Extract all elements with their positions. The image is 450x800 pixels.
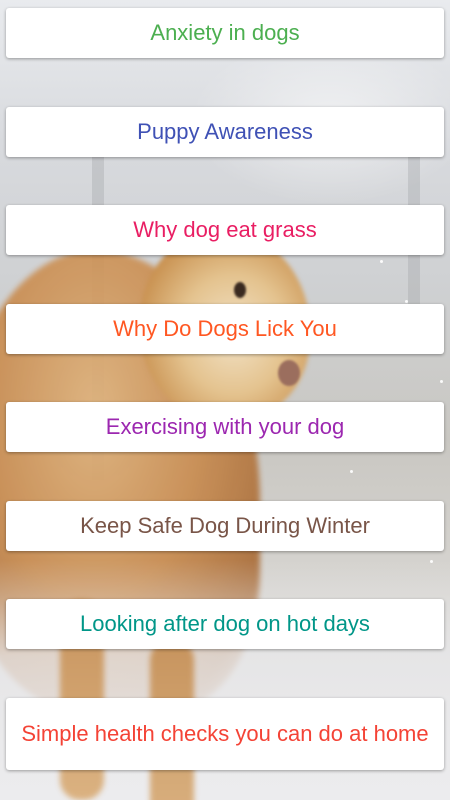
topic-button-puppy-awareness[interactable]: Puppy Awareness: [6, 106, 444, 157]
topic-button-exercising[interactable]: Exercising with your dog: [6, 402, 444, 452]
topic-button-hot-days[interactable]: Looking after dog on hot days: [6, 599, 444, 649]
topic-label: Puppy Awareness: [137, 118, 313, 144]
topic-label: Exercising with your dog: [105, 414, 345, 439]
topic-button-eat-grass[interactable]: Why dog eat grass: [6, 205, 444, 255]
topic-button-health-checks[interactable]: Simple health checks you can do at home: [6, 697, 444, 770]
topic-label: Why dog eat grass: [133, 217, 317, 242]
topic-label: Anxiety in dogs: [150, 20, 300, 45]
topic-label: Simple health checks you can do at home: [21, 720, 429, 746]
topic-button-winter-safety[interactable]: Keep Safe Dog During Winter: [6, 500, 444, 551]
topic-button-lick-you[interactable]: Why Do Dogs Lick You: [6, 303, 444, 354]
topic-label: Looking after dog on hot days: [80, 611, 370, 636]
topic-list: Anxiety in dogs Puppy Awareness Why dog …: [6, 8, 444, 770]
topic-label: Why Do Dogs Lick You: [113, 315, 337, 341]
topic-button-anxiety[interactable]: Anxiety in dogs: [6, 8, 444, 58]
topic-label: Keep Safe Dog During Winter: [80, 512, 370, 538]
